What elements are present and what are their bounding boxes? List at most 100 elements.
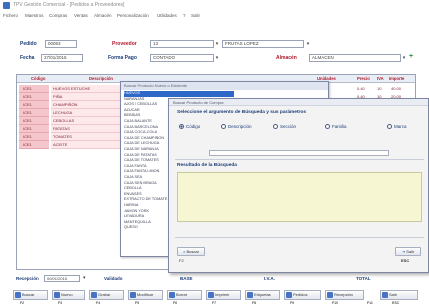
toolbar-button-icon [91, 292, 97, 298]
almacen-label: Almacén [276, 55, 297, 61]
menu-item-maestros[interactable]: Maestros [25, 13, 44, 18]
col-header-importe: Importe [389, 76, 405, 81]
toolbar-button-icon [286, 292, 292, 298]
proveedor-name-dropdown-icon[interactable]: ▾ [305, 41, 311, 47]
recepcion-field[interactable]: 00/01/2015 [44, 275, 80, 282]
menu-item-utilidades[interactable]: Utilidades [157, 13, 177, 18]
row-code: ICE1 [19, 133, 49, 141]
validado-label: Validado [104, 276, 123, 281]
fecha-field[interactable]: 27/01/2015 [41, 54, 83, 62]
search-button[interactable]: ⌕ Buscar [177, 247, 205, 256]
toolbar-button-icon [15, 292, 21, 298]
search-option-2[interactable]: Sección [273, 124, 296, 129]
app-icon [3, 2, 10, 9]
recepcion-dropdown-icon[interactable]: ▾ [83, 275, 86, 281]
search-option-0[interactable]: Código [179, 124, 200, 129]
search-key-hint: F2 [179, 258, 184, 263]
exit-key-hint: ESC [401, 258, 410, 263]
proveedor-label: Proveedor [112, 41, 137, 47]
pedido-field[interactable]: 00063 [45, 40, 77, 48]
search-option-label: Descripción [228, 124, 252, 129]
toolbar-button-icon [382, 292, 388, 298]
proveedor-name-field: FRUTAS LOPEZ [222, 40, 304, 48]
toolbar-button-label: Recepción [334, 292, 353, 297]
toolbar-button-8[interactable]: Recepción [325, 290, 364, 300]
fecha-label: Fecha [20, 55, 35, 61]
order-header-form: Pedido 00063 Fecha 27/01/2015 Proveedor … [0, 23, 429, 75]
row-description: CHAMPIÑÓN [51, 101, 123, 109]
toolbar-button-4[interactable]: Borrar [167, 290, 202, 300]
toolbar-button-label: Imprimir [215, 292, 230, 297]
radio-icon [325, 124, 330, 129]
toolbar-button-icon [247, 292, 253, 298]
iva-label: I.V.A. [264, 276, 275, 281]
toolbar-button-label: Pedidos [293, 292, 308, 297]
menu-item-almacen[interactable]: Almacén [94, 13, 112, 18]
search-dialog-header: Buscar Producto de Compra [169, 99, 428, 106]
search-input[interactable] [209, 150, 389, 156]
proveedor-dropdown-icon[interactable]: ▾ [214, 41, 220, 47]
menu-bar: Fichero Maestros Compras Ventas Almacén … [0, 13, 429, 21]
col-header-iva: IVA [377, 76, 384, 81]
menu-item-help[interactable]: ? [183, 13, 186, 18]
base-label: BASE [180, 276, 193, 281]
search-option-1[interactable]: Descripción [221, 124, 252, 129]
menu-item-salir[interactable]: Salir [191, 13, 200, 18]
total-label: TOTAL [356, 276, 371, 281]
toolbar-button-1[interactable]: Nuevo [52, 290, 85, 300]
search-question: Seleccione el argumento de Búsqueda y su… [177, 110, 307, 115]
forma-pago-dropdown-icon[interactable]: ▾ [214, 55, 220, 61]
pedido-label: Pedido [20, 41, 37, 47]
toolbar-button-icon [327, 292, 333, 298]
row-code: ICE1 [19, 85, 49, 93]
col-header-precio: Precio [357, 76, 370, 81]
row-importe: 40.00 [391, 86, 402, 91]
row-description: PATATAS [51, 125, 123, 133]
row-code: ICE1 [19, 93, 49, 101]
row-description: CEBOLLAS [51, 117, 123, 125]
row-description: HUEVOS ESTUCHE [51, 85, 123, 93]
divider-bottom [175, 237, 424, 238]
menu-item-personalizacion[interactable]: Personalización [117, 13, 149, 18]
add-almacen-icon[interactable]: + [409, 53, 413, 60]
forma-pago-field[interactable]: CONTADO [150, 54, 214, 62]
forma-pago-label: Forma Pago [108, 55, 137, 61]
radio-icon [179, 124, 184, 129]
row-description: TOMATES [51, 133, 123, 141]
toolbar-button-6[interactable]: Etiquetas [245, 290, 280, 300]
row-description: ACEITE [51, 141, 123, 149]
toolbar-button-2[interactable]: Grabar [89, 290, 124, 300]
toolbar-button-label: Salir [389, 292, 398, 297]
search-option-label: Familia [332, 124, 347, 129]
search-results-area[interactable] [177, 172, 422, 222]
window-title: TPV Gestión Comercial - [Pedidos a Prove… [13, 2, 125, 8]
radio-icon [273, 124, 278, 129]
almacen-field[interactable]: ALMACEN [309, 54, 401, 62]
row-code: ICE1 [19, 141, 49, 149]
menu-item-fichero[interactable]: Fichero [3, 13, 18, 18]
row-precio: 0.40 [357, 86, 365, 91]
toolbar-button-3[interactable]: Modificar [128, 290, 163, 300]
menu-item-ventas[interactable]: Ventas [74, 13, 88, 18]
search-option-4[interactable]: Marca [387, 124, 407, 129]
search-icon: ⌕ [183, 249, 186, 254]
toolbar-button-label: Grabar [98, 292, 111, 297]
almacen-dropdown-icon[interactable]: ▾ [401, 55, 407, 61]
search-option-3[interactable]: Familia [325, 124, 347, 129]
toolbar-button-0[interactable]: Buscar [13, 290, 48, 300]
proveedor-code-field[interactable]: 13 [150, 40, 214, 48]
search-exit-button[interactable]: ⇥ Salir [395, 247, 421, 256]
search-option-label: Código [186, 124, 201, 129]
row-iva: 10 [377, 86, 382, 91]
toolbar-button-label: Etiquetas [254, 292, 271, 297]
col-header-descripcion: Descripción [89, 76, 113, 81]
toolbar-button-icon [130, 292, 136, 298]
toolbar-button-9[interactable]: Salir [380, 290, 418, 300]
product-lookup-header: Buscar Producto Nuevo o Existente [121, 82, 328, 90]
result-label: Resultado de la Búsqueda [177, 163, 237, 168]
title-bar: TPV Gestión Comercial - [Pedidos a Prove… [0, 0, 429, 11]
toolbar-button-5[interactable]: Imprimir [206, 290, 241, 300]
menu-item-compras[interactable]: Compras [49, 13, 67, 18]
row-code: ICE1 [19, 101, 49, 109]
toolbar-button-7[interactable]: Pedidos [284, 290, 321, 300]
